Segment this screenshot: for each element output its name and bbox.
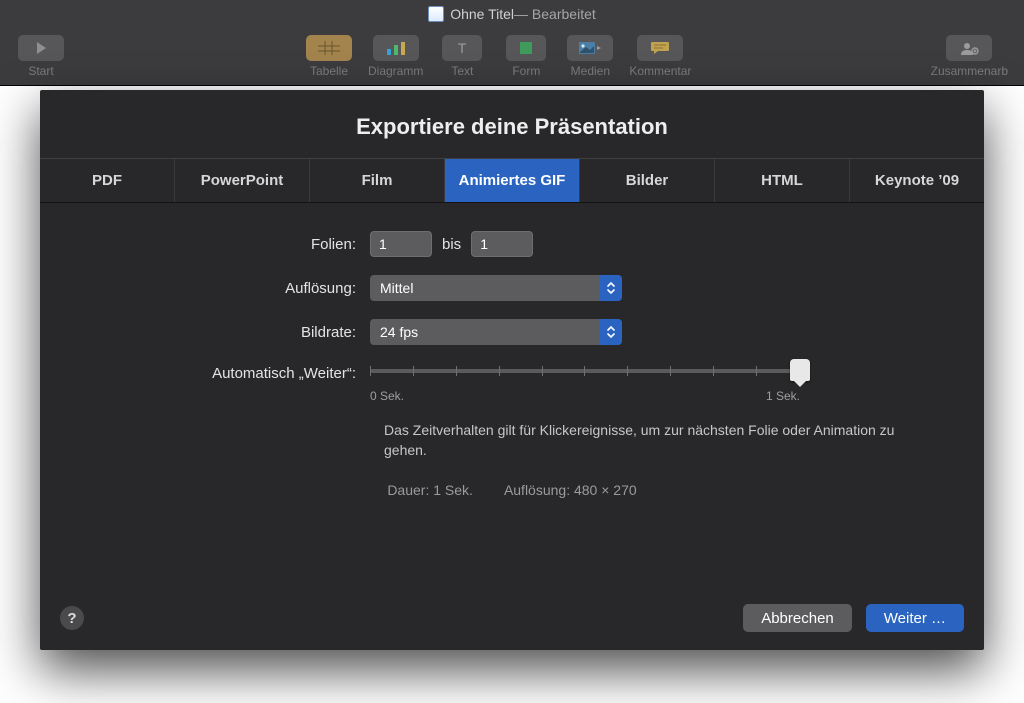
tab-pdf[interactable]: PDF [40,159,175,202]
export-form: Folien: bis Auflösung: Mittel Bildrate: [40,203,984,588]
auto-advance-slider[interactable] [370,369,800,373]
next-button[interactable]: Weiter … [866,604,964,632]
slides-to-label: bis [442,236,461,253]
chevron-updown-icon [600,319,622,345]
timing-help-text: Das Zeitverhalten gilt für Klickereignis… [40,421,984,460]
modal-title: Exportiere deine Präsentation [40,90,984,158]
play-button[interactable]: Start [16,35,66,78]
text-label: Text [451,64,473,78]
resolution-value: Mittel [380,280,413,296]
chart-button[interactable]: Diagramm [368,35,423,78]
shape-label: Form [512,64,540,78]
table-icon [306,35,352,61]
table-button[interactable]: Tabelle [304,35,354,78]
svg-text:T: T [458,40,467,56]
tab-keynote09[interactable]: Keynote ’09 [850,159,984,202]
document-title-suffix: — Bearbeitet [514,6,596,22]
framerate-select[interactable]: 24 fps [370,319,622,345]
media-label: Medien [571,64,610,78]
export-modal: Exportiere deine Präsentation PDF PowerP… [40,90,984,650]
collaborate-icon [946,35,992,61]
slider-max-label: 1 Sek. [766,389,800,403]
chart-icon [373,35,419,61]
collaborate-label: Zusammenarb [931,64,1008,78]
collaborate-button[interactable]: Zusammenarb [931,35,1008,78]
slides-to-input[interactable] [471,231,533,257]
text-icon: T [442,35,482,61]
comment-icon [637,35,683,61]
duration-summary: Dauer: 1 Sek. [387,482,473,498]
chart-label: Diagramm [368,64,423,78]
media-button[interactable]: Medien [565,35,615,78]
chevron-updown-icon [600,275,622,301]
document-icon [428,6,444,22]
resolution-summary: Auflösung: 480 × 270 [504,482,637,498]
slider-thumb[interactable] [790,359,810,381]
export-tabs: PDF PowerPoint Film Animiertes GIF Bilde… [40,158,984,203]
text-button[interactable]: T Text [437,35,487,78]
tab-images[interactable]: Bilder [580,159,715,202]
framerate-value: 24 fps [380,324,418,340]
tab-powerpoint[interactable]: PowerPoint [175,159,310,202]
resolution-label: Auflösung: [40,280,370,297]
slider-min-label: 0 Sek. [370,389,404,403]
window-titlebar: Ohne Titel — Bearbeitet [0,0,1024,28]
toolbar: Start Tabelle Diagramm T Text [0,28,1024,86]
slides-label: Folien: [40,236,370,253]
framerate-label: Bildrate: [40,324,370,341]
help-button[interactable]: ? [60,606,84,630]
tab-animated-gif[interactable]: Animiertes GIF [445,159,580,202]
table-label: Tabelle [310,64,348,78]
slides-from-input[interactable] [370,231,432,257]
modal-footer: ? Abbrechen Weiter … [40,588,984,650]
shape-button[interactable]: Form [501,35,551,78]
auto-advance-label: Automatisch „Weiter“: [40,363,370,382]
play-icon [18,35,64,61]
tab-html[interactable]: HTML [715,159,850,202]
play-label: Start [28,64,53,78]
slider-ticks [370,366,800,376]
cancel-button[interactable]: Abbrechen [743,604,852,632]
tab-film[interactable]: Film [310,159,445,202]
comment-label: Kommentar [629,64,691,78]
shape-icon [506,35,546,61]
media-icon [567,35,613,61]
summary-row: Dauer: 1 Sek. Auflösung: 480 × 270 [40,482,984,498]
comment-button[interactable]: Kommentar [629,35,691,78]
document-title: Ohne Titel [450,6,514,22]
resolution-select[interactable]: Mittel [370,275,622,301]
